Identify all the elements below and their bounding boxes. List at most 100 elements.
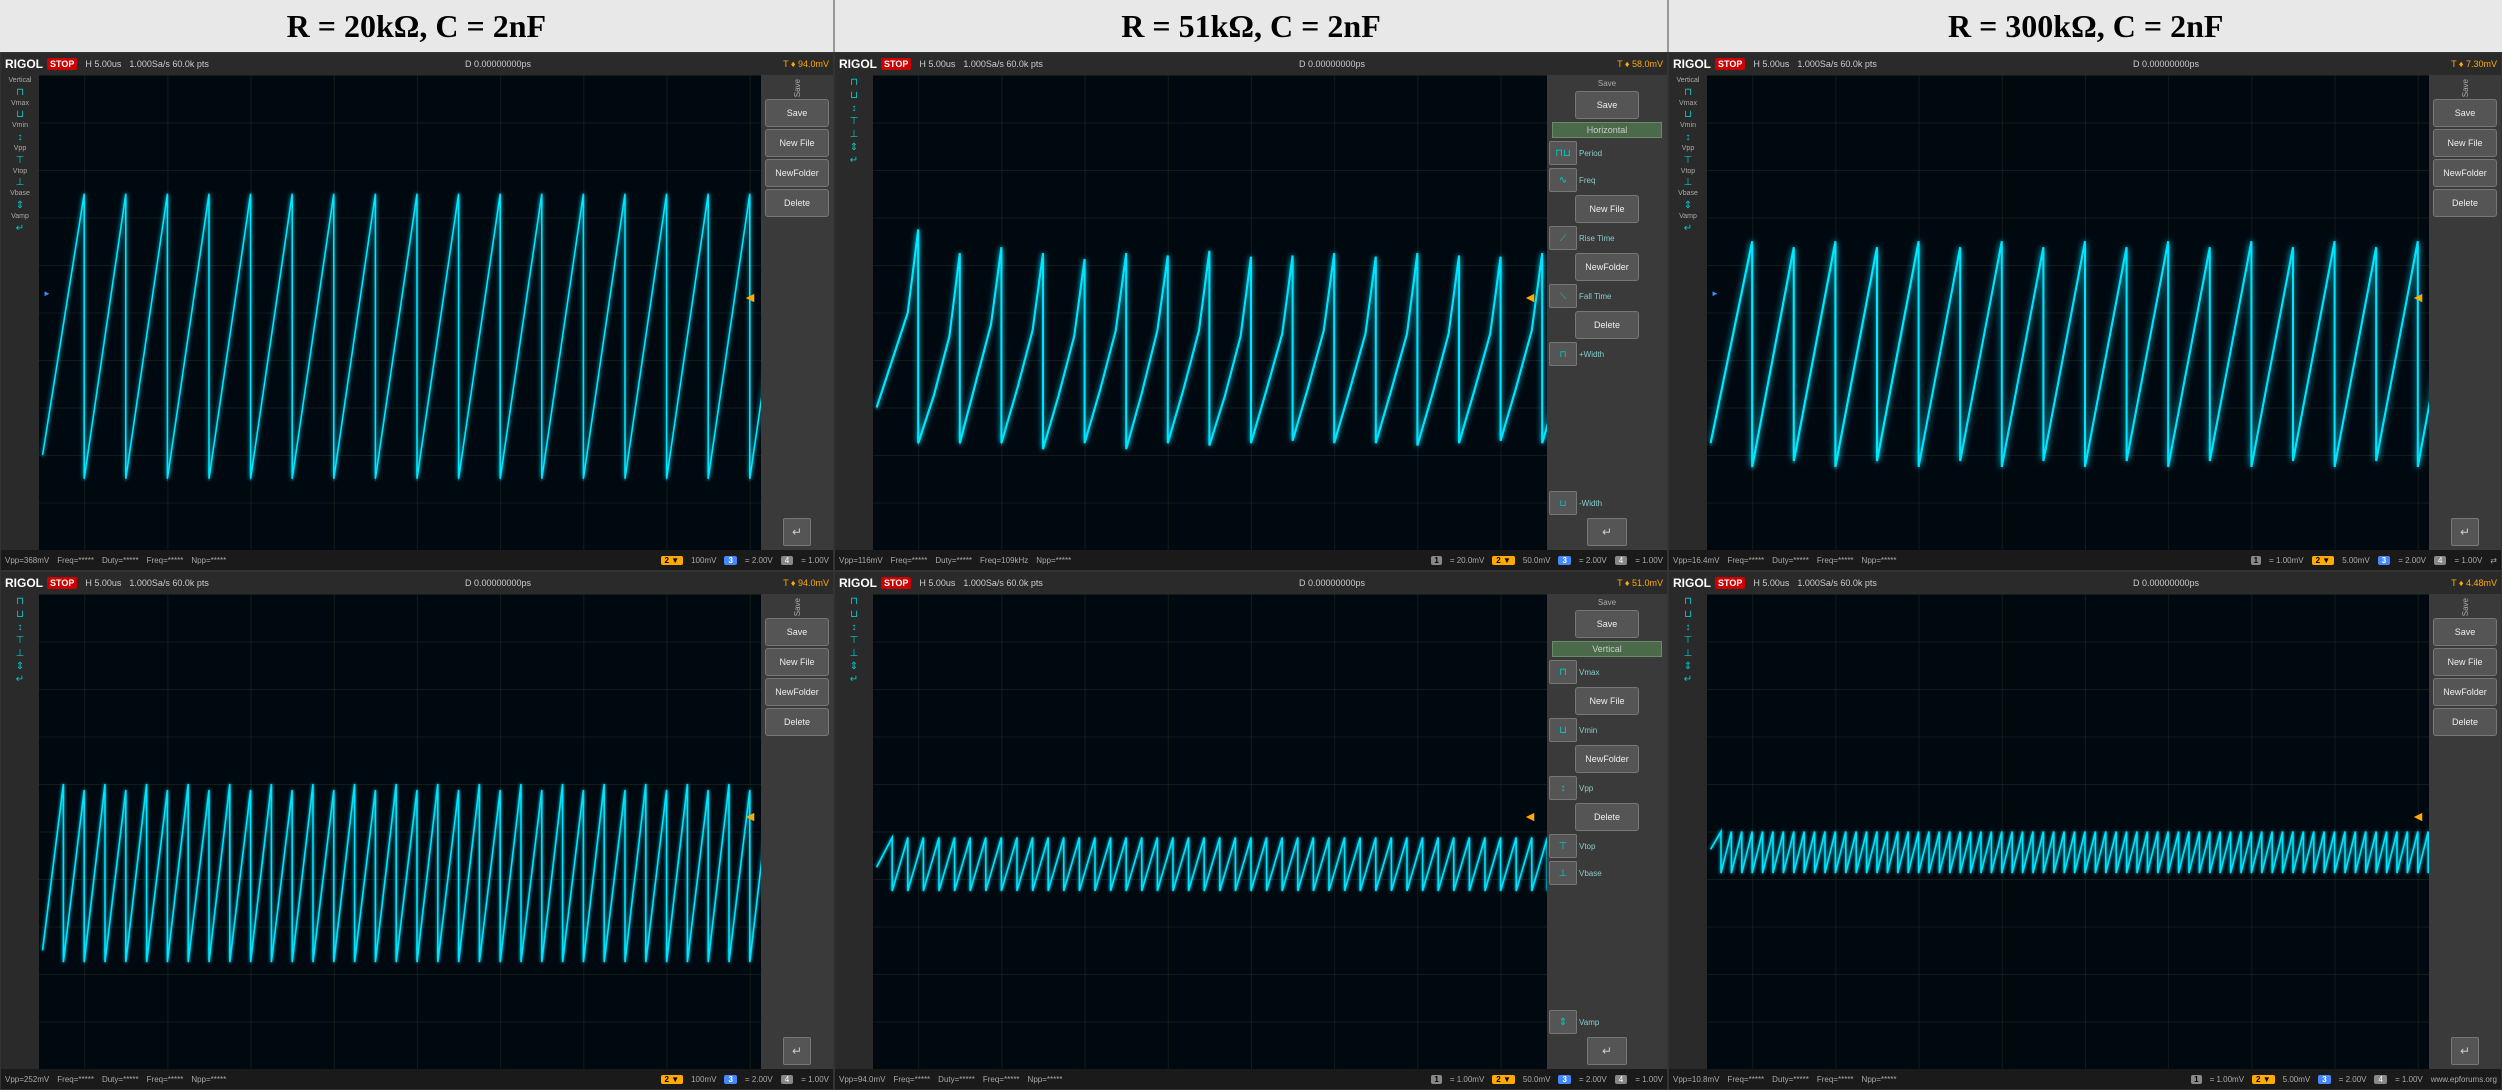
new-file-btn-1[interactable]: New File bbox=[765, 129, 829, 157]
save-btn-5[interactable]: Save bbox=[1575, 610, 1639, 638]
period-icon-2[interactable]: ⊓⊔ bbox=[1549, 141, 1577, 165]
ch4-badge-6[interactable]: 4 bbox=[2374, 1075, 2386, 1084]
enter-icon-3[interactable]: ↵ bbox=[2451, 518, 2479, 546]
ch2-badge-6[interactable]: 2 ▼ bbox=[2252, 1075, 2275, 1084]
meas-enter-6[interactable]: ↵ bbox=[1671, 674, 1705, 685]
save-btn-3[interactable]: Save bbox=[2433, 99, 2497, 127]
new-folder-btn-4[interactable]: NewFolder bbox=[765, 678, 829, 706]
ch2-badge-4[interactable]: 2 ▼ bbox=[661, 1075, 684, 1084]
save-btn-4[interactable]: Save bbox=[765, 618, 829, 646]
ch1-badge-6[interactable]: 1 bbox=[2191, 1075, 2201, 1084]
meas-enter-5[interactable]: ↵ bbox=[837, 674, 871, 685]
delete-btn-3[interactable]: Delete bbox=[2433, 189, 2497, 217]
meas-icon3-6[interactable]: ↕ bbox=[1671, 622, 1705, 633]
meas-vmax-3[interactable]: ⊓ bbox=[1671, 87, 1705, 98]
new-file-btn-6[interactable]: New File bbox=[2433, 648, 2497, 676]
meas-icon6-6[interactable]: ⇕ bbox=[1671, 661, 1705, 672]
meas-icon6-2[interactable]: ⇕ bbox=[837, 142, 871, 153]
ch1-badge-2[interactable]: 1 bbox=[1431, 556, 1441, 565]
meas-vtop-3[interactable]: ⊤ bbox=[1671, 155, 1705, 166]
ch3-badge-3[interactable]: 3 bbox=[2378, 556, 2390, 565]
ch3-badge-6[interactable]: 3 bbox=[2318, 1075, 2330, 1084]
ch1-status-1[interactable]: 2 ▼ bbox=[661, 556, 684, 565]
meas-icon4-4[interactable]: ⊤ bbox=[3, 635, 37, 646]
ch3-badge-2[interactable]: 3 bbox=[1558, 556, 1570, 565]
meas-icon1-6[interactable]: ⊓ bbox=[1671, 596, 1705, 607]
meas-icon3-2[interactable]: ↕ bbox=[837, 103, 871, 114]
vmax-icon-5[interactable]: ⊓ bbox=[1549, 660, 1577, 684]
meas-enter-icon-1[interactable]: ↵ bbox=[3, 223, 37, 234]
new-file-btn-2[interactable]: New File bbox=[1575, 195, 1639, 223]
meas-vamp-3[interactable]: ⇕ bbox=[1671, 200, 1705, 211]
meas-icon1-5[interactable]: ⊓ bbox=[837, 596, 871, 607]
ch4-badge-2[interactable]: 4 bbox=[1615, 556, 1627, 565]
meas-enter-2[interactable]: ↵ bbox=[837, 155, 871, 166]
ch1-badge-5[interactable]: 1 bbox=[1431, 1075, 1441, 1084]
new-folder-btn-2[interactable]: NewFolder bbox=[1575, 253, 1639, 281]
ch1-badge-3[interactable]: 1 bbox=[2251, 556, 2261, 565]
new-file-btn-3[interactable]: New File bbox=[2433, 129, 2497, 157]
meas-icon5-2[interactable]: ⊥ bbox=[837, 129, 871, 140]
ch2-badge-5[interactable]: 2 ▼ bbox=[1492, 1075, 1515, 1084]
new-folder-btn-6[interactable]: NewFolder bbox=[2433, 678, 2497, 706]
meas-icon1-2[interactable]: ⊓ bbox=[837, 77, 871, 88]
ch4-badge-5[interactable]: 4 bbox=[1615, 1075, 1627, 1084]
ch4-badge-3[interactable]: 4 bbox=[2434, 556, 2446, 565]
enter-icon-6[interactable]: ↵ bbox=[2451, 1037, 2479, 1065]
fall-icon-2[interactable]: ⟍ bbox=[1549, 284, 1577, 308]
enter-icon-5[interactable]: ↵ bbox=[1587, 1037, 1627, 1065]
vamp-icon-5[interactable]: ⇕ bbox=[1549, 1010, 1577, 1034]
meas-vmin-3[interactable]: ⊔ bbox=[1671, 109, 1705, 120]
meas-icon2-5[interactable]: ⊔ bbox=[837, 609, 871, 620]
meas-vamp-icon-1[interactable]: ⇕ bbox=[3, 200, 37, 211]
ch2-badge-3[interactable]: 2 ▼ bbox=[2312, 556, 2335, 565]
new-file-btn-5[interactable]: New File bbox=[1575, 687, 1639, 715]
vbase-icon-5[interactable]: ⊥ bbox=[1549, 861, 1577, 885]
meas-icon5-5[interactable]: ⊥ bbox=[837, 648, 871, 659]
meas-icon2-6[interactable]: ⊔ bbox=[1671, 609, 1705, 620]
io-icon-3[interactable]: ⇄ bbox=[2490, 556, 2497, 565]
save-btn-1[interactable]: Save bbox=[765, 99, 829, 127]
nwidth-icon-2[interactable]: ⊔ bbox=[1549, 491, 1577, 515]
meas-enter-4[interactable]: ↵ bbox=[3, 674, 37, 685]
meas-vpp-3[interactable]: ↕ bbox=[1671, 132, 1705, 143]
width-icon-2[interactable]: ⊓ bbox=[1549, 342, 1577, 366]
meas-vbase-icon-1[interactable]: ⊥ bbox=[3, 177, 37, 188]
meas-icon6-5[interactable]: ⇕ bbox=[837, 661, 871, 672]
save-btn-6[interactable]: Save bbox=[2433, 618, 2497, 646]
ch4-status-1[interactable]: 4 bbox=[781, 556, 793, 565]
meas-icon5-4[interactable]: ⊥ bbox=[3, 648, 37, 659]
vtop-icon-5[interactable]: ⊤ bbox=[1549, 834, 1577, 858]
ch4-badge-4[interactable]: 4 bbox=[781, 1075, 793, 1084]
meas-vtop-icon-1[interactable]: ⊤ bbox=[3, 155, 37, 166]
delete-btn-6[interactable]: Delete bbox=[2433, 708, 2497, 736]
meas-icon3-4[interactable]: ↕ bbox=[3, 622, 37, 633]
delete-btn-4[interactable]: Delete bbox=[765, 708, 829, 736]
new-folder-btn-1[interactable]: NewFolder bbox=[765, 159, 829, 187]
meas-icon6-4[interactable]: ⇕ bbox=[3, 661, 37, 672]
enter-icon-4[interactable]: ↵ bbox=[783, 1037, 811, 1065]
new-folder-btn-3[interactable]: NewFolder bbox=[2433, 159, 2497, 187]
meas-vmin-icon-1[interactable]: ⊔ bbox=[3, 109, 37, 120]
meas-icon3-5[interactable]: ↕ bbox=[837, 622, 871, 633]
delete-btn-1[interactable]: Delete bbox=[765, 189, 829, 217]
new-folder-btn-5[interactable]: NewFolder bbox=[1575, 745, 1639, 773]
ch2-badge-2[interactable]: 2 ▼ bbox=[1492, 556, 1515, 565]
new-file-btn-4[interactable]: New File bbox=[765, 648, 829, 676]
meas-icon4-5[interactable]: ⊤ bbox=[837, 635, 871, 646]
meas-icon4-6[interactable]: ⊤ bbox=[1671, 635, 1705, 646]
meas-enter-3[interactable]: ↵ bbox=[1671, 223, 1705, 234]
meas-icon2-4[interactable]: ⊔ bbox=[3, 609, 37, 620]
ch3-status-1[interactable]: 3 bbox=[724, 556, 736, 565]
enter-icon-2[interactable]: ↵ bbox=[1587, 518, 1627, 546]
meas-icon1-4[interactable]: ⊓ bbox=[3, 596, 37, 607]
save-btn-2[interactable]: Save bbox=[1575, 91, 1639, 119]
ch3-badge-4[interactable]: 3 bbox=[724, 1075, 736, 1084]
meas-vbase-3[interactable]: ⊥ bbox=[1671, 177, 1705, 188]
delete-btn-5[interactable]: Delete bbox=[1575, 803, 1639, 831]
vpp-icon-5[interactable]: ↕ bbox=[1549, 776, 1577, 800]
meas-vpp-icon-1[interactable]: ↕ bbox=[3, 132, 37, 143]
delete-btn-2[interactable]: Delete bbox=[1575, 311, 1639, 339]
vmin-icon-5[interactable]: ⊔ bbox=[1549, 718, 1577, 742]
ch3-badge-5[interactable]: 3 bbox=[1558, 1075, 1570, 1084]
